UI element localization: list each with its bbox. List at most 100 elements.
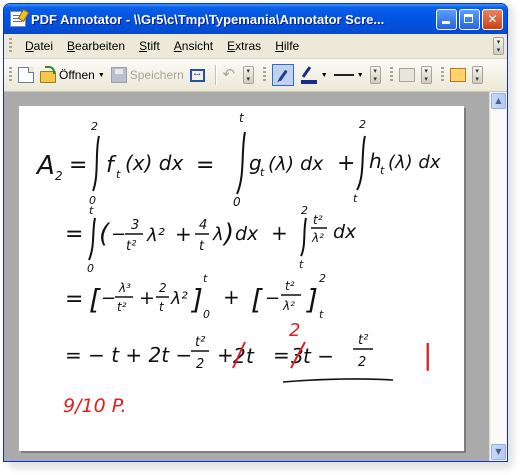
line-style-button[interactable]: ▼ <box>333 72 364 79</box>
l2-int-lower: 0 <box>87 262 94 275</box>
int1-f-sub: t <box>116 168 121 181</box>
toolbar-grip[interactable] <box>9 67 12 83</box>
chevron-down-icon[interactable]: ▼ <box>321 72 328 79</box>
l2-den2: t <box>199 239 205 254</box>
integral-sign-2 <box>236 131 246 195</box>
open-folder-icon <box>40 65 56 83</box>
pen-icon <box>278 69 288 81</box>
int2-rest: (λ) dx <box>268 153 324 175</box>
score-annotation: 9/10 P. <box>63 395 127 417</box>
vertical-scrollbar[interactable]: ▲ ▼ <box>489 92 507 461</box>
menubar-overflow-chevron[interactable]: ▾ ▾ <box>493 37 504 55</box>
toolbar-chevron-1[interactable]: ▾ ▾ <box>242 66 254 84</box>
toolbar-chevron-4[interactable]: ▾ ▾ <box>471 66 483 84</box>
int3-upper: 2 <box>359 118 366 131</box>
l2-num3: t² <box>313 213 323 227</box>
close-button[interactable]: ✕ <box>482 8 503 30</box>
plus-3: + <box>271 221 288 245</box>
fit-width-button[interactable] <box>189 67 205 82</box>
eraser-icon <box>398 68 415 82</box>
save-button[interactable]: Speichern <box>110 67 184 83</box>
pdf-page[interactable]: A 2 = 2 0 f t (x) dx = t 0 g t (λ) dx + … <box>19 106 464 451</box>
highlighter-button[interactable] <box>449 68 466 82</box>
toolbar-chevron-2[interactable]: ▾ ▾ <box>369 66 381 84</box>
handwritten-math: A 2 = 2 0 f t (x) dx = t 0 g t (λ) dx + … <box>35 111 441 417</box>
l4-plus: + <box>217 343 234 367</box>
menu-extras[interactable]: Extras <box>220 39 268 53</box>
menu-datei[interactable]: Datei <box>18 39 60 53</box>
minimize-button[interactable] <box>436 8 457 30</box>
chevron-down-icon[interactable]: ▼ <box>357 72 364 79</box>
l4-num1: t² <box>195 335 205 350</box>
lhs-A: A <box>35 151 55 181</box>
int2-g-sub: t <box>260 166 265 179</box>
l2-int2-lower: t <box>299 258 304 271</box>
bracket-close-2: ] <box>305 283 318 316</box>
lhs-sub: 2 <box>55 169 63 183</box>
new-document-button[interactable] <box>18 67 34 83</box>
menu-ansicht[interactable]: Ansicht <box>167 39 220 53</box>
integral-sign-1 <box>92 135 100 192</box>
menu-bearbeiten[interactable]: Bearbeiten <box>60 39 132 53</box>
l3-bound-lower2: t <box>319 308 324 321</box>
paren-close: ) <box>222 219 234 249</box>
eraser-button[interactable] <box>398 68 415 82</box>
underline <box>282 378 394 383</box>
chevron-down-icon[interactable]: ▼ <box>98 72 105 79</box>
pen-tool-button[interactable] <box>271 64 294 86</box>
l2-num2: 4 <box>199 218 207 233</box>
equals-1: = <box>69 153 87 178</box>
int1-upper: 2 <box>91 120 98 133</box>
pdf-annotator-icon[interactable] <box>10 11 26 27</box>
plus-1: + <box>337 151 355 176</box>
save-disk-icon <box>110 67 127 83</box>
l4-den1: 2 <box>196 357 204 372</box>
document-viewport[interactable]: A 2 = 2 0 f t (x) dx = t 0 g t (λ) dx + … <box>4 92 490 461</box>
line-style-icon <box>333 74 354 76</box>
l3-bound-lower1: 0 <box>203 308 210 321</box>
undo-button[interactable]: ↶ <box>221 67 237 83</box>
l3-num3: t² <box>285 279 295 293</box>
l3-bound-upper1: t <box>203 272 208 285</box>
scroll-up-button[interactable]: ▲ <box>491 93 506 109</box>
l2-num1: 3 <box>131 218 139 233</box>
open-button[interactable]: Öffnen ▼ <box>40 65 105 83</box>
l4-tail2: t − <box>303 344 334 368</box>
red-mark: | <box>423 338 432 371</box>
chevron-up-icon: ▲ <box>495 96 502 105</box>
save-label: Speichern <box>129 68 184 82</box>
toolbar-grip-2[interactable] <box>262 67 266 83</box>
toolbar-chevron-3[interactable]: ▾ ▾ <box>420 66 432 84</box>
l2-dx1: dx <box>235 223 259 245</box>
menubar-grip[interactable] <box>9 38 12 54</box>
toolbar-separator <box>214 65 217 85</box>
l4-den2: 2 <box>358 355 366 370</box>
integral-sign-5 <box>300 217 307 257</box>
menu-hilfe[interactable]: Hilfe <box>268 39 306 53</box>
maximize-button[interactable] <box>459 8 480 30</box>
l2-x2: λ <box>212 224 224 245</box>
int3-lower: t <box>353 192 358 205</box>
plus-5: + <box>223 285 240 309</box>
close-icon: ✕ <box>487 12 498 26</box>
toolbar-grip-3[interactable] <box>389 67 393 83</box>
undo-icon: ↶ <box>222 66 236 83</box>
minus-1: − <box>111 224 126 245</box>
open-label: Öffnen <box>59 68 95 82</box>
pen-color-button[interactable]: ▼ <box>300 65 328 85</box>
int1-rest: (x) dx <box>125 151 183 175</box>
integral-sign-4 <box>88 217 96 261</box>
menu-stift[interactable]: Stift <box>132 39 167 53</box>
scroll-down-button[interactable]: ▼ <box>491 444 506 460</box>
l2-int-upper: t <box>89 204 94 217</box>
equals-4: = <box>65 287 83 312</box>
plus-4: + <box>139 287 155 309</box>
scroll-track[interactable] <box>491 110 506 443</box>
l3-den2: t <box>159 300 165 314</box>
toolbar-grip-4[interactable] <box>440 67 444 83</box>
int3-h-sub: t <box>380 164 385 177</box>
title-bar[interactable]: PDF Annotator - \\Gr5\c\Tmp\Typemania\An… <box>4 4 507 34</box>
new-document-icon <box>18 67 34 83</box>
bracket-open-2: [ <box>251 283 263 316</box>
toolbar: Öffnen ▼ Speichern ↶ ▾▾ ▼ ▼ ▾▾ <box>4 59 507 92</box>
